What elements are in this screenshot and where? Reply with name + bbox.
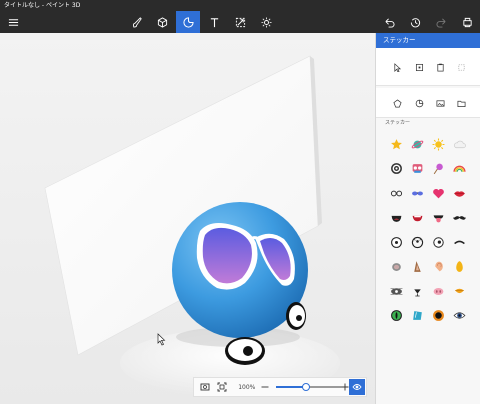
- zoom-slider-track: [306, 386, 343, 388]
- gray-ear-sticker[interactable]: [386, 255, 407, 280]
- effects-icon[interactable]: [228, 11, 252, 33]
- dark-eye-sticker[interactable]: [449, 304, 470, 329]
- custom-image-icon[interactable]: [432, 95, 448, 111]
- more-icon[interactable]: [455, 11, 479, 33]
- select-arrow-icon[interactable]: [389, 59, 405, 75]
- menu-icon[interactable]: [1, 11, 25, 33]
- sunglasses-sticker[interactable]: [407, 181, 428, 206]
- panel-title: ステッカー: [376, 33, 480, 48]
- stamp-icon[interactable]: [411, 59, 427, 75]
- open-mouth-sticker[interactable]: [386, 206, 407, 231]
- star-sticker[interactable]: [386, 132, 407, 157]
- pig-nose-sticker[interactable]: [428, 279, 449, 304]
- cloud-sticker[interactable]: [449, 132, 470, 157]
- title-bar: タイトルなし - ペイント 3D: [0, 0, 480, 11]
- paste-icon[interactable]: [432, 59, 448, 75]
- orange-eye-sticker[interactable]: [428, 304, 449, 329]
- zoom-out-icon[interactable]: [259, 380, 272, 394]
- smile-mouth-sticker[interactable]: [407, 206, 428, 231]
- heart-sticker[interactable]: [428, 181, 449, 206]
- glasses-sticker[interactable]: [386, 181, 407, 206]
- main-toolbar: [0, 11, 480, 33]
- beak-sticker[interactable]: [449, 279, 470, 304]
- stickers-icon[interactable]: [176, 11, 200, 33]
- eye-sticker[interactable]: [386, 230, 407, 255]
- green-eye-sticker[interactable]: [386, 304, 407, 329]
- sticker-category-section: [376, 88, 480, 118]
- textures-category-icon[interactable]: [411, 95, 427, 111]
- human-ear-sticker[interactable]: [428, 255, 449, 280]
- zoom-slider-thumb[interactable]: [302, 383, 311, 391]
- sticker-mode-section: [376, 48, 480, 86]
- lollipop-sticker[interactable]: [428, 157, 449, 182]
- horse-ear-sticker[interactable]: [407, 255, 428, 280]
- view-3d-icon[interactable]: [349, 379, 365, 395]
- dog-nose-sticker[interactable]: [407, 279, 428, 304]
- lips-sticker[interactable]: [449, 181, 470, 206]
- canvas-icon[interactable]: [254, 11, 278, 33]
- tongue-sticker[interactable]: [428, 206, 449, 231]
- mustache-sticker[interactable]: [449, 206, 470, 231]
- zoom-bar: 100%: [193, 377, 367, 397]
- drawing-canvas[interactable]: [0, 33, 375, 404]
- blue-eye-sticker[interactable]: [407, 304, 428, 329]
- cat-nose-sticker[interactable]: [386, 279, 407, 304]
- folder-icon[interactable]: [453, 95, 469, 111]
- stickers-panel: ステッカー ステッカー: [375, 33, 480, 404]
- eye-side-sticker[interactable]: [428, 230, 449, 255]
- eyebrow-sticker[interactable]: [449, 230, 470, 255]
- yellow-ear-sticker[interactable]: [449, 255, 470, 280]
- remove-icon[interactable]: [453, 59, 469, 75]
- rainbow-sticker[interactable]: [449, 157, 470, 182]
- sticker-section-label: ステッカー: [385, 120, 411, 126]
- planet-sticker[interactable]: [407, 132, 428, 157]
- zoom-level: 100%: [238, 383, 256, 391]
- stickers-category-icon[interactable]: [389, 95, 405, 111]
- actual-size-icon[interactable]: [215, 380, 228, 394]
- brushes-icon[interactable]: [125, 11, 149, 33]
- undo-icon[interactable]: [377, 11, 401, 33]
- fit-to-screen-icon[interactable]: [198, 380, 211, 394]
- window-title: タイトルなし - ペイント 3D: [4, 2, 81, 9]
- zoom-slider[interactable]: [276, 382, 343, 392]
- target-sticker[interactable]: [386, 157, 407, 182]
- sun-sticker[interactable]: [428, 132, 449, 157]
- eye-round-sticker[interactable]: [407, 230, 428, 255]
- history-icon[interactable]: [403, 11, 427, 33]
- scene: [44, 55, 340, 397]
- 3d-shapes-icon[interactable]: [150, 11, 174, 33]
- sticker-grid: [386, 132, 476, 328]
- colorful-sticker[interactable]: [407, 157, 428, 182]
- redo-icon[interactable]: [429, 11, 453, 33]
- text-icon[interactable]: [202, 11, 226, 33]
